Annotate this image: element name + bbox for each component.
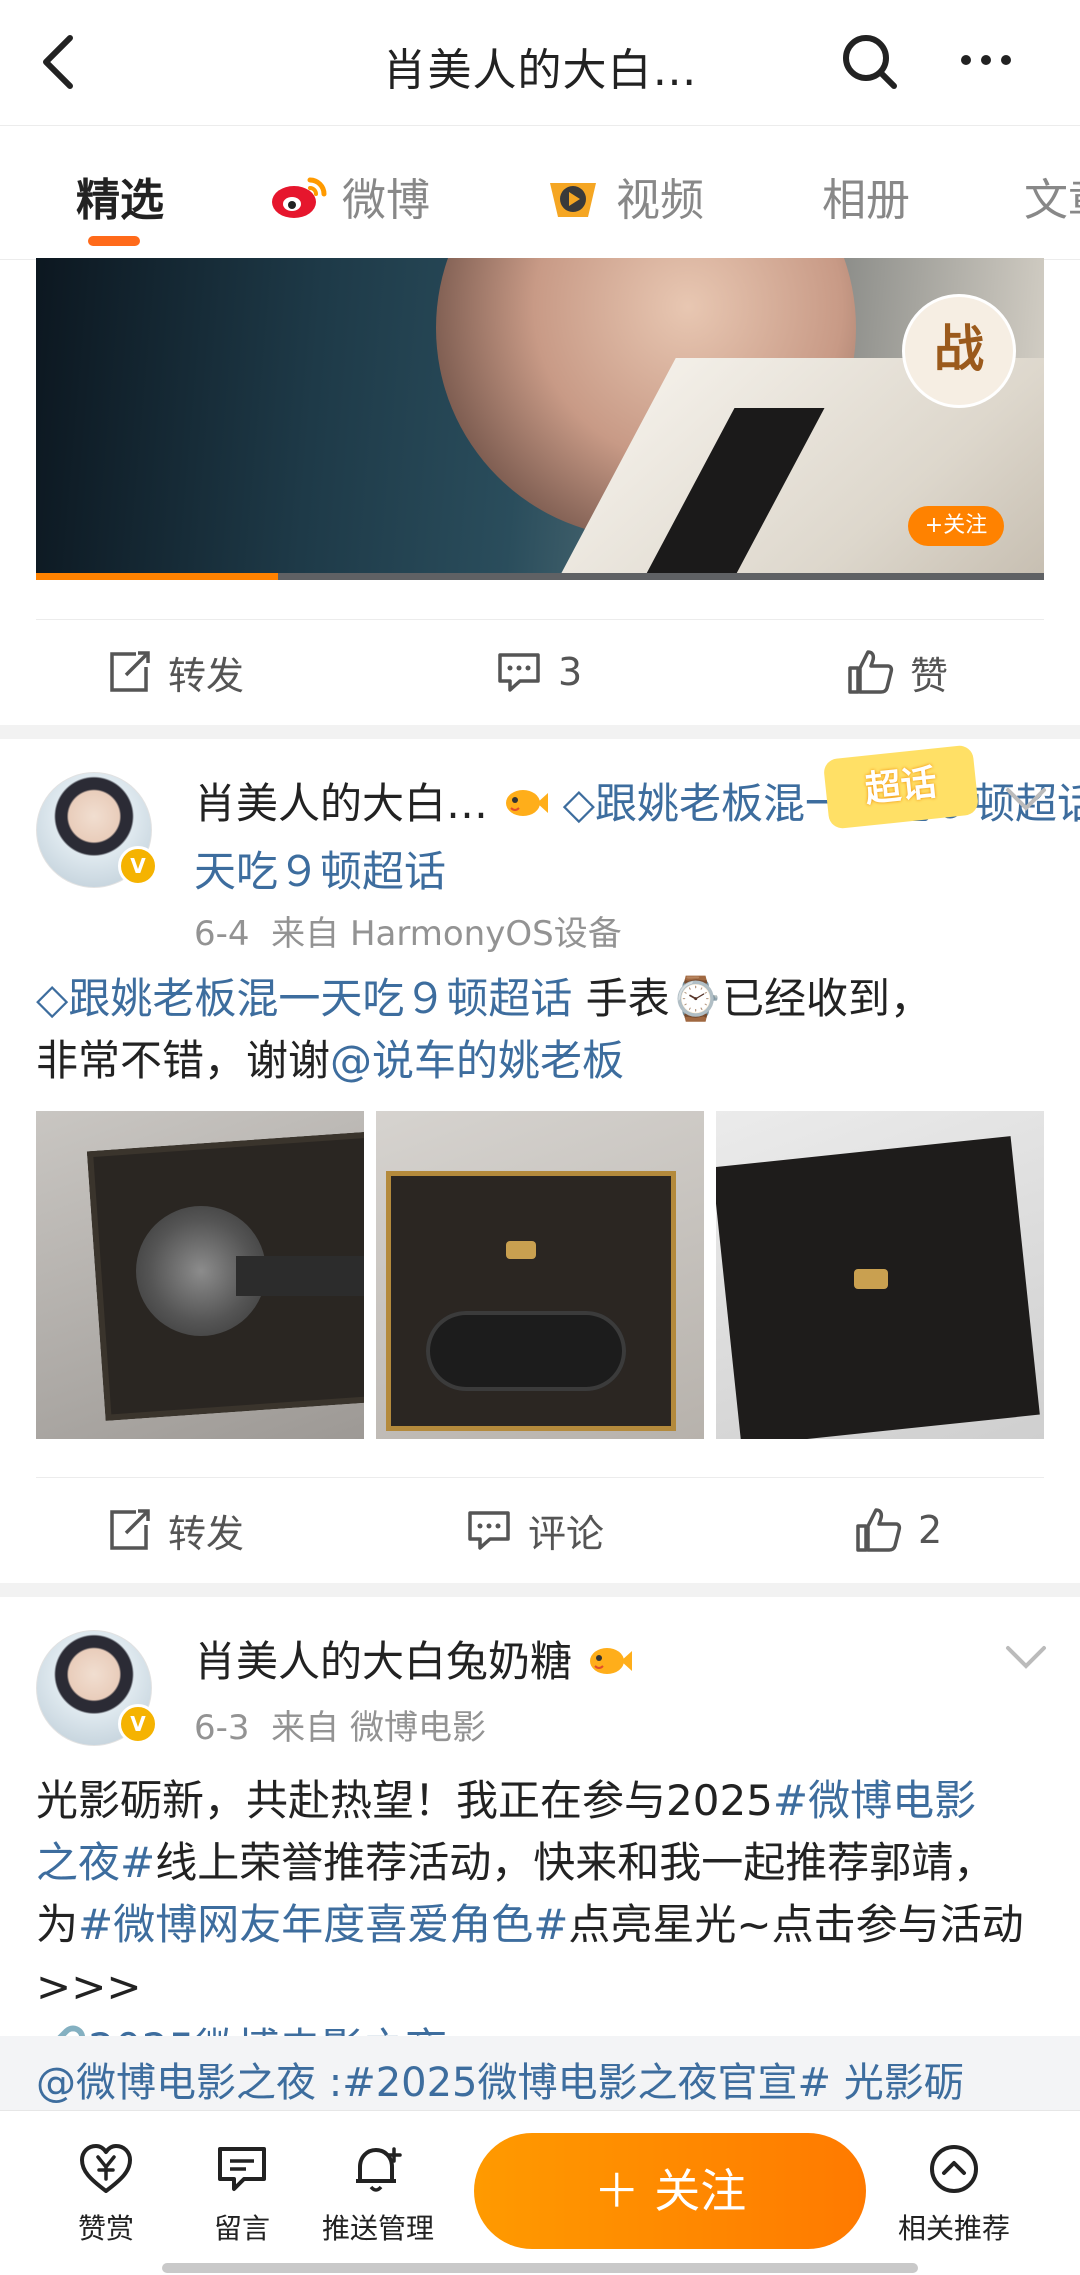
like-button[interactable]: 赞 [846,642,948,702]
post-date: 6-4 [194,914,250,954]
post-action-bar: 转发 3 赞 [36,619,1044,726]
related-recommend-button[interactable]: 相关推荐 [884,2141,1024,2247]
watermark-follow-button[interactable]: +关注 [908,506,1004,546]
verified-badge-icon: V [118,846,158,886]
push-settings-label: 推送管理 [321,2212,434,2245]
post-text-line: 光影砺新，共赴热望！我正在参与2025#微博电影 [36,1770,1046,1832]
tab-weibo[interactable]: 微博 [270,164,430,233]
comment-count: 3 [558,650,583,694]
message-label: 留言 [213,2212,270,2245]
post-text-segment: 光影砺新，共赴热望！我正在参与2025 [36,1776,773,1825]
message-button[interactable]: 留言 [172,2141,312,2247]
repost-button[interactable]: 转发 [106,642,244,702]
like-button[interactable]: 2 [854,1500,942,1560]
thumbs-up-icon [848,650,894,694]
post-source: 来自 HarmonyOS设备 [271,914,622,954]
topic-link[interactable]: ◇跟姚老板混一天吃９顿超话 [36,974,572,1023]
comment-button[interactable]: 评论 [466,1500,604,1560]
post-text-line: 之夜#线上荣誉推荐活动，快来和我一起推荐郭靖， [36,1832,1046,1894]
studio-watermark-logo: 战 [902,294,1016,408]
repost-icon [110,651,150,692]
top-app-bar: 肖美人的大白… [0,0,1080,125]
supertopic-diamond-icon: ◇ [562,779,596,828]
video-play-icon [544,173,602,234]
related-recommend-label: 相关推荐 [897,2212,1010,2245]
post-text-line: ◇跟姚老板混一天吃９顿超话 手表⌚已经收到， [36,968,1046,1030]
post-separator [0,725,1080,739]
comment-icon [498,653,540,692]
tab-video-label: 视频 [616,175,704,226]
search-icon[interactable] [838,28,900,96]
like-label: 赞 [910,653,949,698]
post-meta: 6-3 来自 微博电影 [194,1700,486,1749]
video-progress-fill [36,573,278,580]
topic-link-text: 跟姚老板混一天吃９顿超话 [68,974,573,1023]
post-source: 来自 微博电影 [271,1708,486,1748]
post-text-line: 非常不错，谢谢@说车的姚老板 [36,1030,1046,1092]
post-separator [0,1583,1080,1597]
post-text: 光影砺新，共赴热望！我正在参与2025#微博电影 之夜#线上荣誉推荐活动，快来和… [36,1770,1046,2080]
post-meta: 6-4 来自 HarmonyOS设备 [194,906,622,955]
candy-fish-emoji-icon [501,782,549,831]
supertopic-link-continued[interactable]: 天吃９顿超话 [194,838,446,899]
reward-button[interactable]: 赞赏 [36,2141,176,2247]
repost-card-text: @微博电影之夜 :#2025微博电影之夜官宣# 光影砺 [36,2060,964,2106]
post-text: ◇跟姚老板混一天吃９顿超话 手表⌚已经收到， 非常不错，谢谢@说车的姚老板 [36,968,1046,1092]
message-bubble-icon [218,2147,266,2191]
topic-link[interactable]: #微博电影 [773,1776,976,1825]
tab-active-indicator [88,236,140,246]
topic-link[interactable]: 之夜# [36,1838,155,1887]
chevron-down-icon[interactable] [1004,1644,1048,1672]
profile-tabs: 精选 微博 视频 相册 文章 [0,125,1080,260]
mention-link[interactable]: @说车的姚老板 [330,1036,624,1085]
post-date: 6-3 [194,1708,250,1748]
username-text: 肖美人的大白兔奶糖 [194,1637,573,1686]
more-dots-icon[interactable] [956,40,1016,80]
page-title: 肖美人的大白… [382,45,698,96]
post-action-bar: 转发 评论 2 [36,1477,1044,1584]
comment-button[interactable]: 3 [496,642,582,702]
like-count: 2 [918,1508,943,1552]
repost-label: 转发 [168,1511,245,1556]
username-text: 肖美人的大白… [194,779,489,828]
push-settings-button[interactable]: 推送管理 [308,2141,448,2247]
topic-link[interactable]: #微博网友年度喜爱角色# [78,1900,568,1949]
reward-label: 赞赏 [77,2212,134,2245]
post-text-segment: 线上荣誉推荐活动，快来和我一起推荐郭靖， [155,1838,996,1887]
tab-featured[interactable]: 精选 [76,164,164,228]
home-indicator [162,2263,918,2273]
chevron-up-circle-icon [930,2145,978,2193]
repost-icon [110,1509,150,1550]
post-text-segment: 非常不错，谢谢 [36,1036,331,1085]
tab-video[interactable]: 视频 [544,164,704,234]
post-text-segment: 手表⌚已经收到， [572,974,932,1023]
bottom-action-bar: 赞赏 留言 推送管理 ＋ 关注 相关推荐 [0,2110,1080,2275]
post-text-segment: 为 [36,1900,79,1949]
post-username[interactable]: 肖美人的大白兔奶糖 [194,1628,633,1689]
chevron-down-icon[interactable] [1004,786,1048,814]
tab-album[interactable]: 相册 [822,164,910,228]
thumbs-up-icon [856,1508,902,1552]
comment-label: 评论 [528,1511,605,1556]
post-text-line: 为#微博网友年度喜爱角色#点亮星光~点击参与活动>>> [36,1894,1046,2018]
tab-article[interactable]: 文章 [1024,164,1080,228]
candy-fish-emoji-icon [585,1640,633,1689]
verified-badge-icon: V [118,1704,158,1744]
bell-plus-icon [356,2147,402,2192]
weibo-logo-icon [270,174,328,233]
comment-icon [468,1511,510,1550]
post-image-1[interactable] [36,1111,364,1439]
repost-button[interactable]: 转发 [106,1500,244,1560]
repost-label: 转发 [168,653,245,698]
post-image-2[interactable] [376,1111,704,1439]
follow-button[interactable]: ＋ 关注 [474,2133,866,2249]
video-player[interactable]: 战 +关注 [36,258,1044,580]
heart-yen-icon [80,2144,132,2193]
post-image-3[interactable] [716,1111,1044,1439]
tab-weibo-label: 微博 [342,175,430,226]
